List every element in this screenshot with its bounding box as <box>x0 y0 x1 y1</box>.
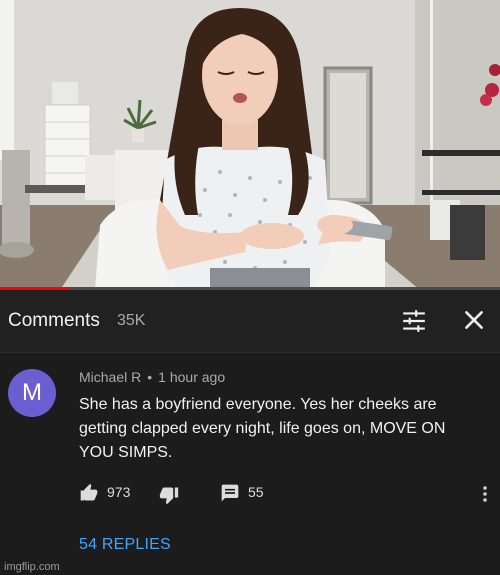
comment-text: She has a boyfriend everyone. Yes her ch… <box>79 396 446 461</box>
comment-timestamp: 1 hour ago <box>158 369 226 385</box>
close-icon[interactable] <box>461 307 487 333</box>
reply-count: 55 <box>248 484 264 500</box>
thumbs-up-icon[interactable] <box>79 483 99 503</box>
comments-header: Comments 35K <box>0 290 500 353</box>
view-replies-link[interactable]: 54 REPLIES <box>79 536 171 554</box>
like-count: 973 <box>107 484 131 500</box>
sort-sliders-icon[interactable] <box>401 308 427 334</box>
comments-title: Comments <box>8 310 100 331</box>
meta-separator: • <box>147 369 153 385</box>
comment-author[interactable]: Michael R <box>79 369 141 385</box>
comment-item: M Michael R • 1 hour ago She has a boyfrie… <box>0 353 500 575</box>
reply-comment-icon[interactable] <box>220 483 240 503</box>
more-options-icon[interactable] <box>480 484 490 504</box>
video-frame <box>0 0 500 290</box>
watermark: imgflip.com <box>4 561 60 573</box>
comment-meta: Michael R • 1 hour ago <box>79 369 225 385</box>
thumbs-down-icon[interactable] <box>159 485 179 505</box>
avatar[interactable]: M <box>8 369 56 417</box>
comments-count: 35K <box>117 312 146 329</box>
video-player[interactable] <box>0 0 500 290</box>
